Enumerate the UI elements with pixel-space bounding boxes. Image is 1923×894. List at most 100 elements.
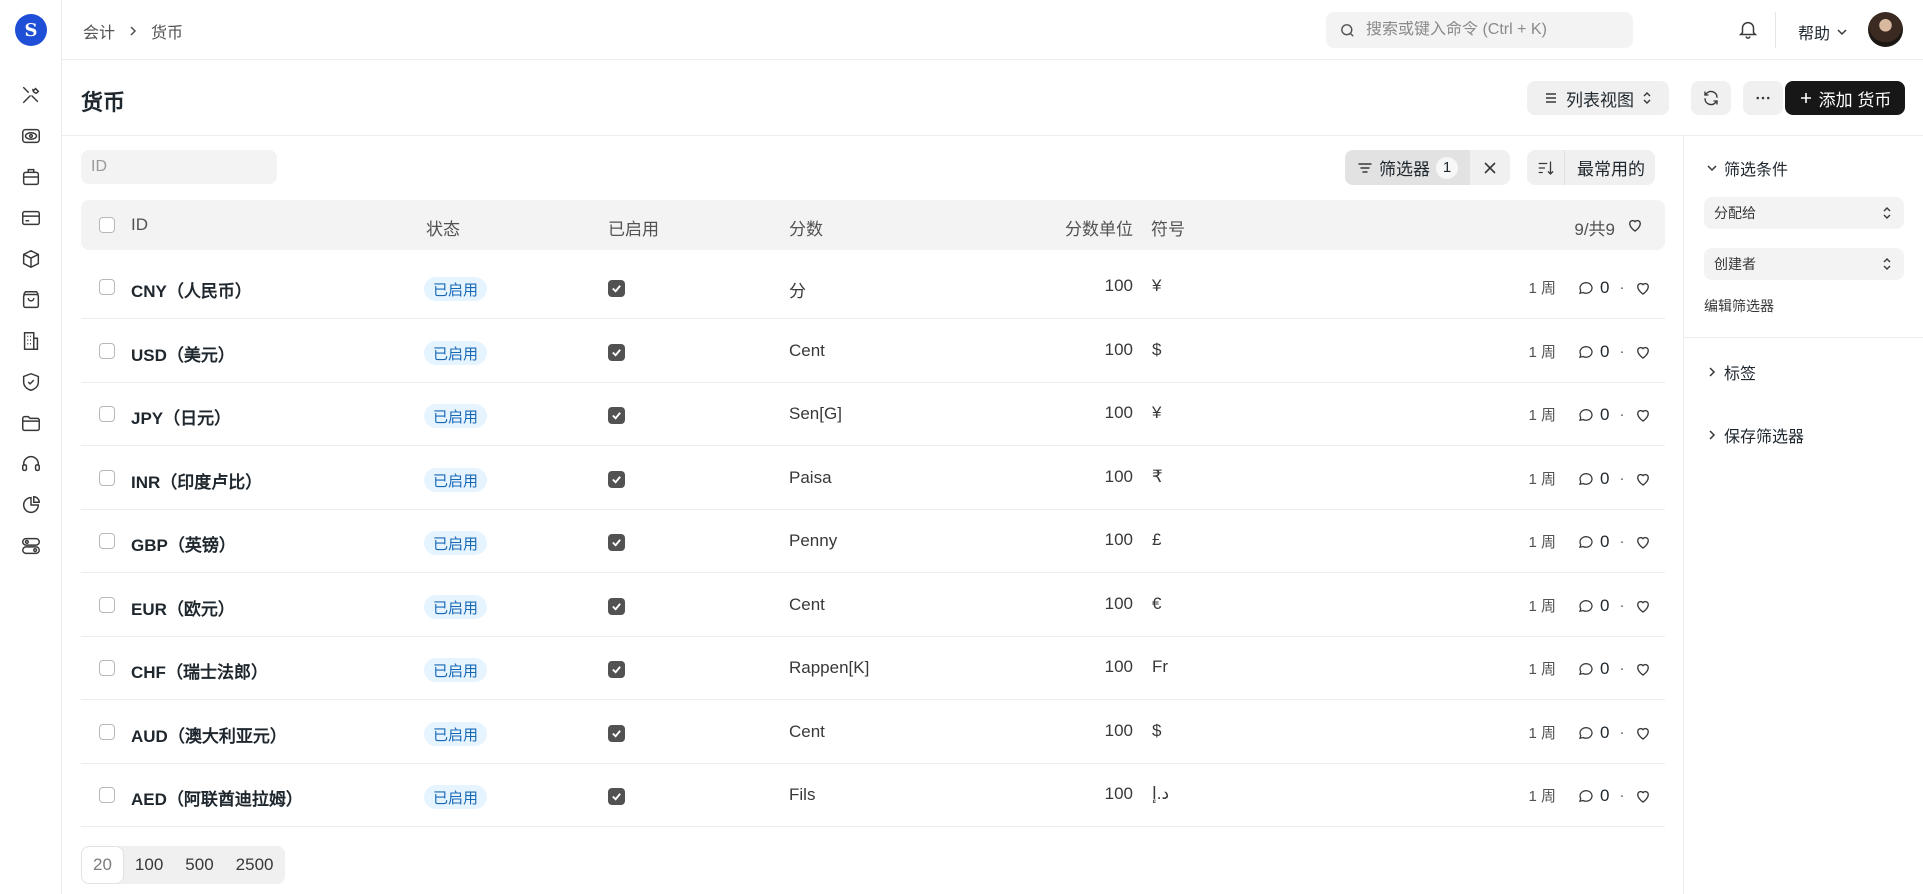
row-meta: 1 周 0 · [1516,404,1652,425]
table-row[interactable]: JPY（日元） 已启用 Sen[G] 100 ¥1 周 0 · [81,382,1665,446]
list-count: 9/共9 [1574,220,1615,239]
heart-icon[interactable] [1634,406,1652,424]
currency-id[interactable]: AUD（澳大利亚元） [131,722,287,747]
filter-conditions-section[interactable]: 筛选条件 [1706,156,1788,180]
saved-filters-section[interactable]: 保存筛选器 [1706,423,1804,447]
tags-section[interactable]: 标签 [1706,360,1756,384]
currency-id[interactable]: INR（印度卢比） [131,468,262,493]
breadcrumb-currency[interactable]: 货币 [151,19,183,43]
table-row[interactable]: AED（阿联酋迪拉姆） 已启用 Fils 100 د.إ 1 周 0 · [81,763,1665,827]
briefcase-icon[interactable] [17,163,45,191]
add-currency-button[interactable]: 添加 货币 [1785,81,1905,115]
edit-filters-link[interactable]: 编辑筛选器 [1704,296,1774,316]
currency-id[interactable]: AED（阿联酋迪拉姆） [131,785,303,810]
sort-direction-button[interactable] [1527,150,1565,185]
comment-icon[interactable] [1577,279,1595,297]
comment-icon[interactable] [1577,406,1595,424]
comment-icon[interactable] [1577,470,1595,488]
row-checkbox[interactable] [99,343,115,359]
heart-icon[interactable] [1634,660,1652,678]
card-icon[interactable] [17,204,45,232]
comment-icon[interactable] [1577,724,1595,742]
row-meta: 1 周 0 · [1516,658,1652,679]
currency-id[interactable]: EUR（欧元） [131,595,235,620]
created-by-select[interactable]: 创建者 [1704,248,1904,280]
avatar[interactable] [1868,12,1903,47]
heart-icon[interactable] [1634,787,1652,805]
currency-id[interactable]: CHF（瑞士法郎） [131,658,268,683]
dot-separator: · [1619,470,1625,487]
currency-id[interactable]: USD（美元） [131,341,235,366]
comment-icon[interactable] [1577,533,1595,551]
comment-icon[interactable] [1577,343,1595,361]
heart-icon[interactable] [1626,216,1644,234]
comment-count: 0 [1600,595,1610,615]
folder-icon[interactable] [17,409,45,437]
table-row[interactable]: INR（印度卢比） 已启用 Paisa 100 ₹1 周 0 · [81,446,1665,510]
row-checkbox[interactable] [99,787,115,803]
page-size-500[interactable]: 500 [174,846,224,884]
awesome-bar[interactable] [1326,12,1633,48]
table-row[interactable]: GBP（英镑） 已启用 Penny 100 £1 周 0 · [81,509,1665,573]
currency-id[interactable]: JPY（日元） [131,404,231,429]
app-logo[interactable]: S [15,14,47,46]
comment-icon[interactable] [1577,597,1595,615]
row-checkbox[interactable] [99,279,115,295]
modified-time: 1 周 [1528,725,1556,742]
enabled-checkbox [608,534,625,551]
bell-icon[interactable] [1737,18,1759,40]
shield-icon[interactable] [17,368,45,396]
more-actions-button[interactable] [1743,81,1783,115]
heart-icon[interactable] [1634,533,1652,551]
heart-icon[interactable] [1634,279,1652,297]
fraction: Cent [789,722,825,741]
heart-icon[interactable] [1634,724,1652,742]
pie-chart-icon[interactable] [17,491,45,519]
sort-field-button[interactable]: 最常用的 [1565,150,1655,185]
table-row[interactable]: USD（美元） 已启用 Cent 100 $1 周 0 · [81,319,1665,383]
table-row[interactable]: AUD（澳大利亚元） 已启用 Cent 100 $1 周 0 · [81,700,1665,764]
comment-icon[interactable] [1577,787,1595,805]
heart-icon[interactable] [1634,343,1652,361]
shopping-bag-icon[interactable] [17,286,45,314]
table-row[interactable]: CHF（瑞士法郎） 已启用 Rappen[K] 100 Fr 1 周 0 · [81,636,1665,700]
clear-filters-button[interactable] [1470,150,1510,185]
row-checkbox[interactable] [99,533,115,549]
help-dropdown[interactable]: 帮助 [1798,20,1848,44]
currency-id[interactable]: GBP（英镑） [131,531,236,556]
page-size-20[interactable]: 20 [81,846,124,884]
tools-icon[interactable] [17,81,45,109]
page-size-2500[interactable]: 2500 [225,846,285,884]
select-all-checkbox[interactable] [99,217,115,233]
id-filter-input[interactable] [81,150,277,184]
row-checkbox[interactable] [99,597,115,613]
eye-icon[interactable] [17,122,45,150]
modified-time: 1 周 [1528,534,1556,551]
reload-button[interactable] [1691,81,1731,115]
enabled-checkbox [608,725,625,742]
row-checkbox[interactable] [99,724,115,740]
headset-icon[interactable] [17,450,45,478]
filter-button[interactable]: 筛选器 1 [1345,150,1470,185]
symbol: Fr [1152,657,1169,676]
building-icon[interactable] [17,327,45,355]
assigned-to-select[interactable]: 分配给 [1704,197,1904,229]
row-checkbox[interactable] [99,660,115,676]
toggles-icon[interactable] [17,532,45,560]
package-icon[interactable] [17,245,45,273]
heart-icon[interactable] [1634,597,1652,615]
sort-group: 最常用的 [1527,150,1655,185]
row-checkbox[interactable] [99,470,115,486]
currency-id[interactable]: CNY（人民币） [131,277,252,302]
view-switcher-button[interactable]: 列表视图 [1527,81,1669,115]
row-checkbox[interactable] [99,406,115,422]
page-size-100[interactable]: 100 [124,846,174,884]
breadcrumb-accounting[interactable]: 会计 [83,19,115,43]
search-input[interactable] [1366,21,1626,39]
fraction-units: 100 [1104,340,1133,359]
view-switcher-label: 列表视图 [1566,90,1634,110]
table-row[interactable]: CNY（人民币） 已启用 分 100 ¥1 周 0 · [81,255,1665,319]
table-row[interactable]: EUR（欧元） 已启用 Cent 100 €1 周 0 · [81,573,1665,637]
heart-icon[interactable] [1634,470,1652,488]
comment-icon[interactable] [1577,660,1595,678]
